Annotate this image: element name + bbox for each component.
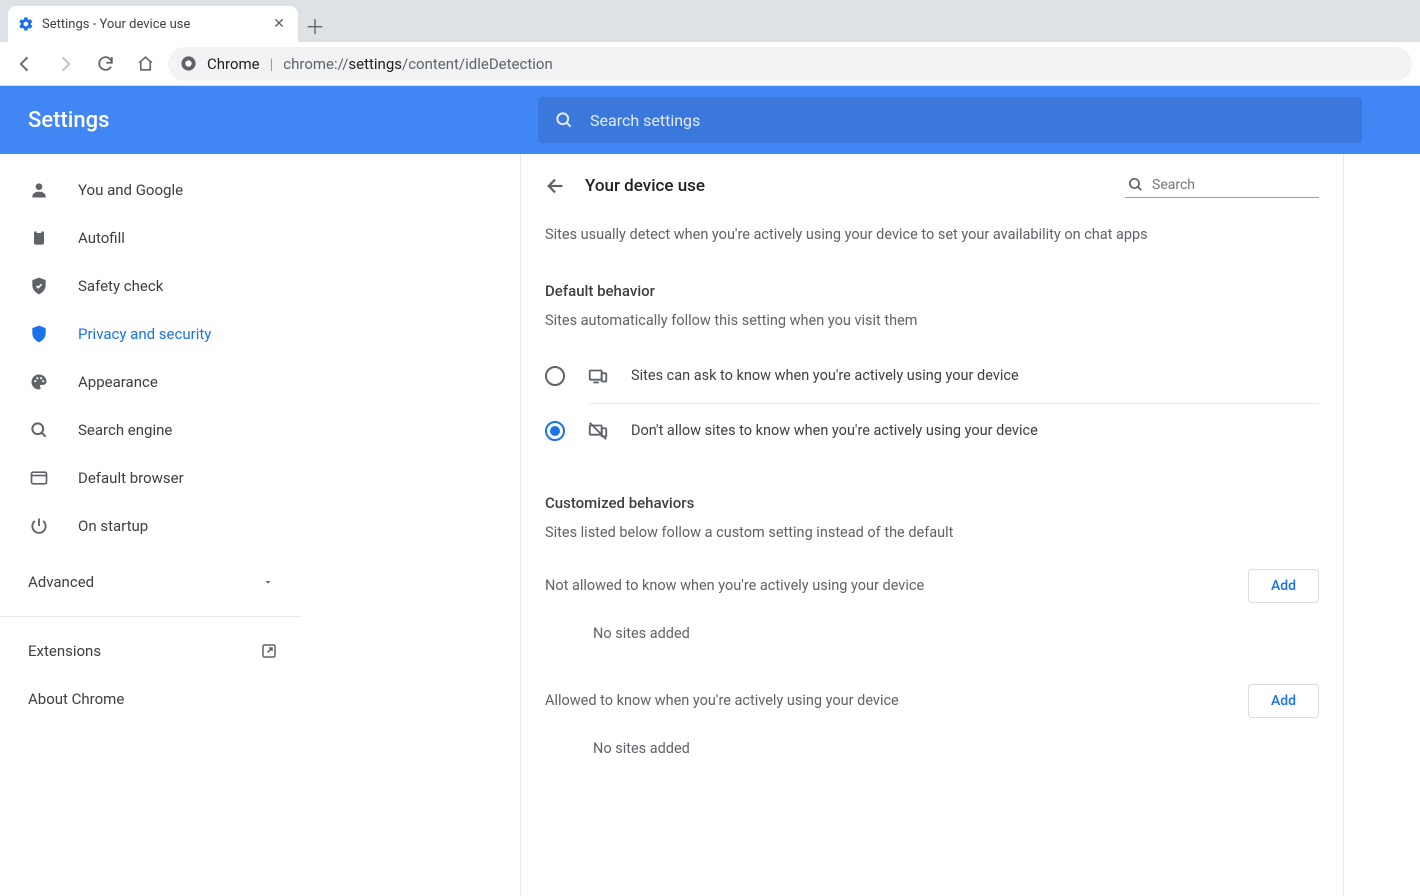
- sidebar-item-autofill[interactable]: Autofill: [0, 214, 302, 262]
- radio-button[interactable]: [545, 366, 565, 386]
- sidebar-item-default-browser[interactable]: Default browser: [0, 454, 302, 502]
- url-product: Chrome: [207, 55, 260, 73]
- browser-tab[interactable]: Settings - Your device use ✕: [8, 6, 298, 42]
- gear-icon: [18, 16, 34, 32]
- chrome-icon: [180, 55, 197, 72]
- url-text: chrome://settings/content/idleDetection: [283, 55, 552, 73]
- new-tab-button[interactable]: ＋: [298, 8, 332, 42]
- back-button[interactable]: [8, 47, 42, 81]
- sidebar-item-label: Extensions: [28, 642, 101, 660]
- sidebar-item-on-startup[interactable]: On startup: [0, 502, 302, 550]
- sidebar-item-privacy-security[interactable]: Privacy and security: [0, 310, 302, 358]
- person-icon: [28, 180, 50, 200]
- reload-button[interactable]: [88, 47, 122, 81]
- allowed-empty: No sites added: [521, 718, 1343, 757]
- forward-button[interactable]: [48, 47, 82, 81]
- shield-icon: [28, 324, 50, 344]
- customized-behaviors-title: Customized behaviors: [521, 458, 1343, 512]
- radio-block-label: Don't allow sites to know when you're ac…: [631, 422, 1038, 439]
- default-behavior-title: Default behavior: [521, 246, 1343, 300]
- sidebar-item-about-chrome[interactable]: About Chrome: [0, 675, 302, 723]
- page-description: Sites usually detect when you're activel…: [521, 204, 1343, 246]
- add-not-allowed-button[interactable]: Add: [1248, 569, 1319, 603]
- settings-sidebar: You and Google Autofill Safety check Pri…: [0, 154, 302, 896]
- add-allowed-button[interactable]: Add: [1248, 684, 1319, 718]
- sidebar-item-safety-check[interactable]: Safety check: [0, 262, 302, 310]
- panel-back-button[interactable]: [545, 175, 567, 197]
- default-behavior-sub: Sites automatically follow this setting …: [521, 300, 1343, 329]
- power-icon: [28, 516, 50, 536]
- sidebar-item-label: Appearance: [78, 373, 158, 391]
- sidebar-item-extensions[interactable]: Extensions: [0, 627, 302, 675]
- not-allowed-empty: No sites added: [521, 603, 1343, 642]
- home-button[interactable]: [128, 47, 162, 81]
- settings-search[interactable]: [538, 97, 1362, 143]
- clipboard-icon: [28, 228, 50, 248]
- sidebar-item-you-and-google[interactable]: You and Google: [0, 166, 302, 214]
- open-external-icon: [260, 642, 278, 660]
- panel-search[interactable]: [1125, 174, 1319, 198]
- radio-button[interactable]: [545, 421, 565, 441]
- sidebar-item-label: About Chrome: [28, 690, 124, 708]
- sidebar-item-search-engine[interactable]: Search engine: [0, 406, 302, 454]
- sidebar-item-label: Search engine: [78, 421, 172, 439]
- page-title: Your device use: [585, 176, 1107, 196]
- devices-blocked-icon: [587, 420, 609, 442]
- tab-title: Settings - Your device use: [42, 17, 262, 32]
- allowed-label: Allowed to know when you're actively usi…: [545, 692, 899, 709]
- tab-strip: Settings - Your device use ✕ ＋: [0, 0, 1420, 42]
- address-bar[interactable]: Chrome | chrome://settings/content/idleD…: [168, 47, 1412, 81]
- settings-panel: Your device use Sites usually detect whe…: [520, 154, 1344, 896]
- search-icon: [28, 420, 50, 440]
- radio-allow[interactable]: Sites can ask to know when you're active…: [545, 349, 1319, 403]
- sidebar-advanced[interactable]: Advanced: [0, 558, 302, 606]
- sidebar-item-label: Safety check: [78, 277, 163, 295]
- sidebar-item-label: Autofill: [78, 229, 125, 247]
- settings-search-input[interactable]: [590, 111, 1346, 130]
- sidebar-item-label: Default browser: [78, 469, 184, 487]
- chevron-down-icon: [262, 576, 274, 588]
- customized-behaviors-sub: Sites listed below follow a custom setti…: [521, 512, 1343, 541]
- palette-icon: [28, 372, 50, 392]
- radio-allow-label: Sites can ask to know when you're active…: [631, 367, 1019, 384]
- sidebar-item-label: You and Google: [78, 181, 183, 199]
- appbar-title: Settings: [28, 108, 498, 133]
- settings-appbar: Settings: [0, 86, 1420, 154]
- sidebar-item-label: On startup: [78, 517, 148, 535]
- close-tab-icon[interactable]: ✕: [270, 16, 288, 32]
- panel-search-input[interactable]: [1152, 177, 1330, 193]
- search-icon: [1127, 176, 1144, 193]
- browser-toolbar: Chrome | chrome://settings/content/idleD…: [0, 42, 1420, 86]
- advanced-label: Advanced: [28, 573, 94, 591]
- not-allowed-label: Not allowed to know when you're actively…: [545, 577, 924, 594]
- radio-block[interactable]: Don't allow sites to know when you're ac…: [545, 404, 1319, 458]
- shield-check-icon: [28, 276, 50, 296]
- sidebar-item-label: Privacy and security: [78, 325, 211, 343]
- search-icon: [554, 110, 574, 130]
- devices-icon: [587, 365, 609, 387]
- url-separator: |: [270, 55, 274, 73]
- browser-icon: [28, 468, 50, 488]
- sidebar-item-appearance[interactable]: Appearance: [0, 358, 302, 406]
